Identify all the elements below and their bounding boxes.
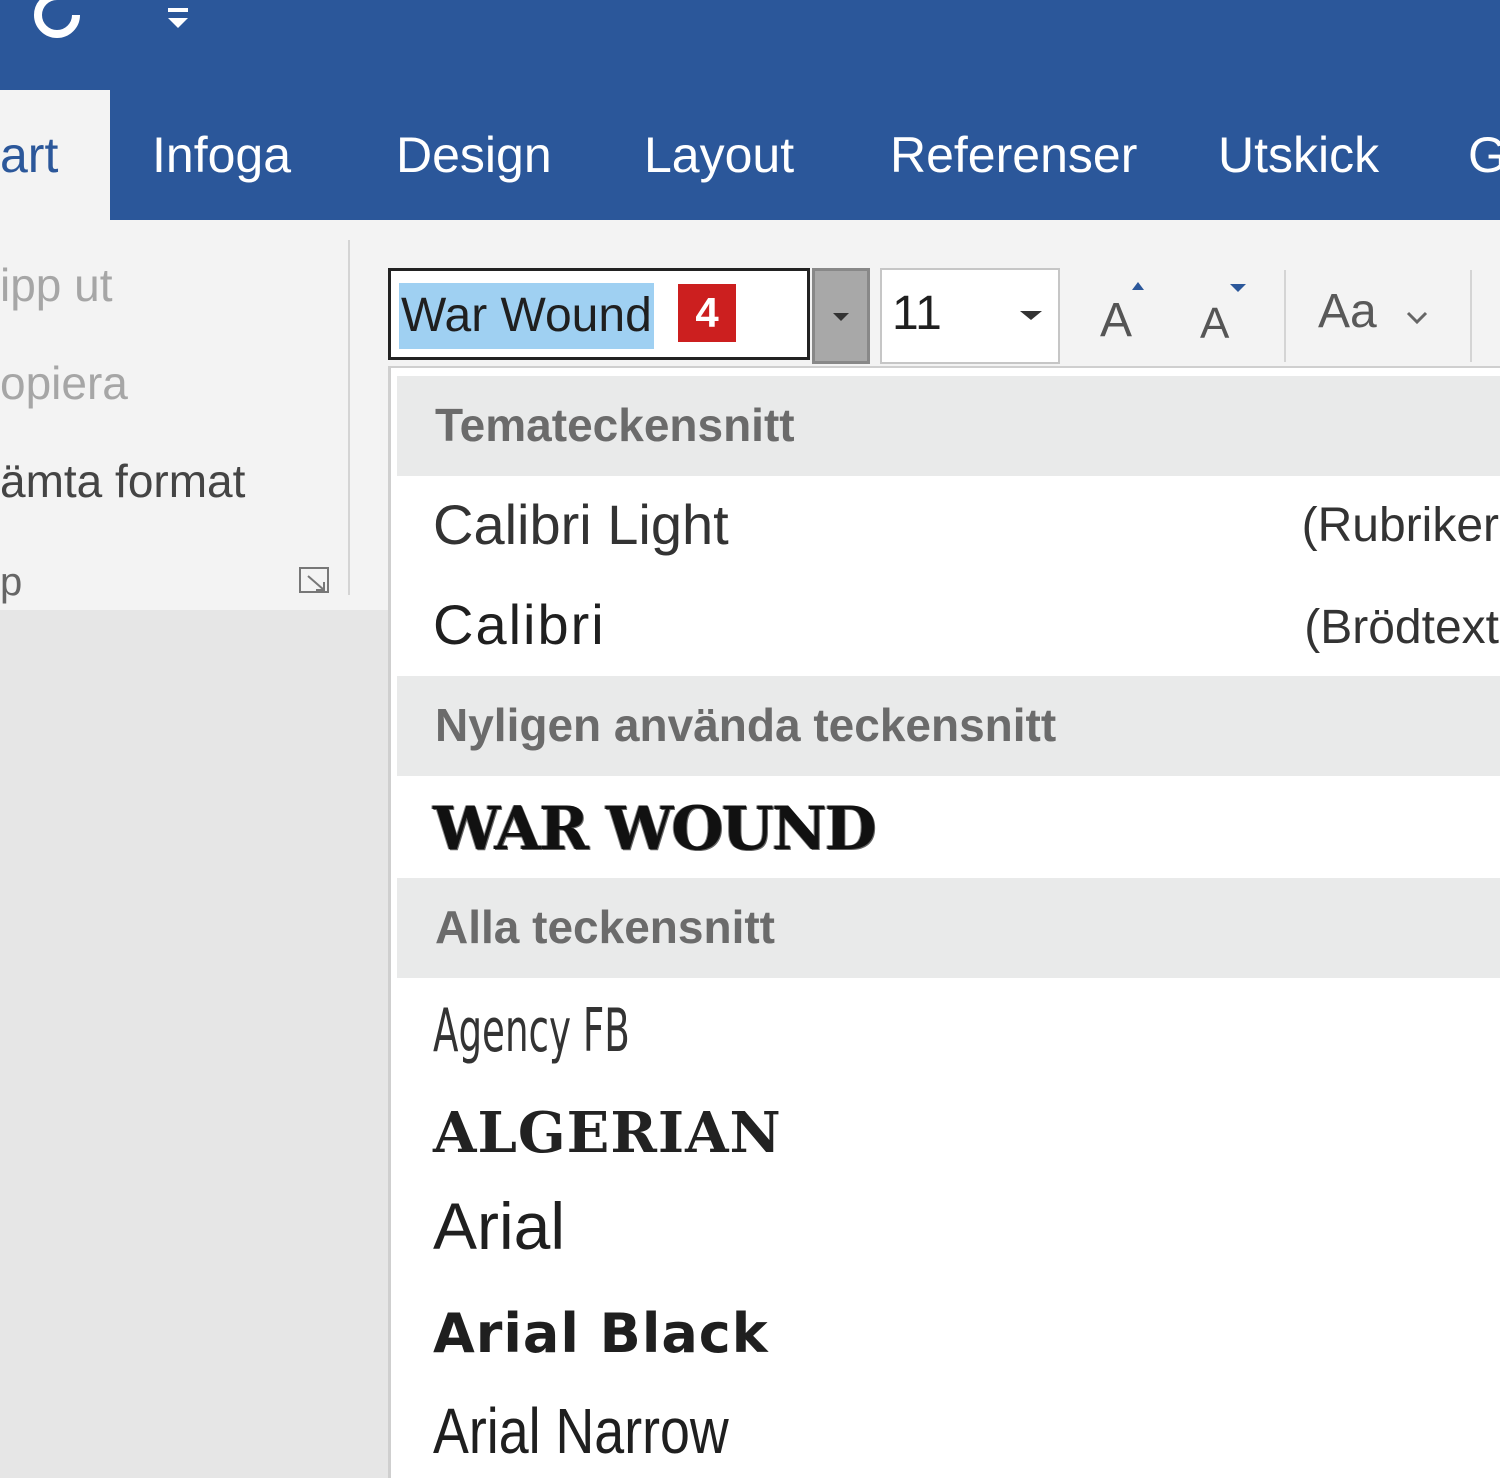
tab-mailings[interactable]: Utskick bbox=[1218, 100, 1379, 220]
font-option-arial-black[interactable]: Arial Black bbox=[391, 1280, 1500, 1380]
font-name-value[interactable]: War Wound bbox=[399, 283, 654, 349]
redo-icon[interactable] bbox=[28, 0, 86, 44]
font-option-arial-narrow[interactable]: Arial Narrow bbox=[391, 1380, 1500, 1478]
font-option-agency-fb[interactable]: Agency FB bbox=[391, 980, 1500, 1080]
svg-text:A: A bbox=[1100, 294, 1132, 344]
section-header-recent-fonts: Nyligen använda teckensnitt bbox=[397, 676, 1500, 776]
customize-quick-access-icon[interactable] bbox=[160, 0, 196, 40]
copy-button[interactable]: opiera bbox=[0, 356, 128, 410]
tab-references[interactable]: Referenser bbox=[890, 100, 1137, 220]
change-case-button[interactable]: Aa bbox=[1318, 284, 1377, 339]
shrink-font-icon[interactable]: A bbox=[1196, 280, 1256, 344]
font-option-war-wound[interactable]: WAR WOUND bbox=[391, 776, 1500, 876]
clipboard-group-label: p bbox=[0, 560, 23, 604]
group-divider bbox=[348, 240, 350, 595]
dialog-launcher-icon[interactable] bbox=[298, 566, 332, 596]
ribbon-separator bbox=[1470, 270, 1472, 362]
step-badge: 4 bbox=[678, 284, 736, 342]
tab-more[interactable]: G bbox=[1468, 100, 1500, 220]
font-option-tag: (Rubriker bbox=[1301, 499, 1499, 552]
font-name-dropdown-button[interactable] bbox=[812, 268, 870, 364]
tab-design[interactable]: Design bbox=[396, 100, 552, 220]
ribbon-separator bbox=[1284, 270, 1286, 362]
font-option-label: Arial bbox=[433, 1189, 566, 1263]
font-option-label: Arial Black bbox=[433, 1302, 769, 1365]
font-option-label: Agency FB bbox=[433, 996, 630, 1066]
font-option-label: ALGERIAN bbox=[433, 1100, 782, 1166]
font-size-chevron-icon[interactable] bbox=[1016, 300, 1046, 330]
font-option-label: WAR WOUND bbox=[433, 794, 877, 864]
font-option-label: Calibri Light bbox=[433, 493, 729, 556]
tab-home[interactable]: art bbox=[0, 90, 110, 220]
cut-button[interactable]: ipp ut bbox=[0, 258, 113, 312]
font-option-label: Calibri bbox=[433, 593, 606, 656]
font-option-calibri[interactable]: Calibri (Brödtext bbox=[391, 576, 1500, 676]
grow-font-icon[interactable]: A bbox=[1096, 280, 1156, 344]
font-option-tag: (Brödtext bbox=[1304, 601, 1499, 654]
section-header-theme-fonts: Temateckensnitt bbox=[397, 376, 1500, 476]
font-option-algerian[interactable]: ALGERIAN bbox=[391, 1080, 1500, 1180]
tab-layout[interactable]: Layout bbox=[644, 100, 794, 220]
chevron-down-icon bbox=[833, 313, 849, 321]
font-name-input[interactable]: War Wound bbox=[388, 268, 810, 360]
svg-text:A: A bbox=[1200, 299, 1230, 344]
chevron-down-icon[interactable] bbox=[1402, 302, 1432, 332]
font-option-arial[interactable]: Arial bbox=[391, 1180, 1500, 1280]
tab-insert[interactable]: Infoga bbox=[152, 100, 291, 220]
font-option-label: Arial Narrow bbox=[433, 1395, 729, 1467]
font-size-value[interactable]: 11 bbox=[892, 286, 942, 341]
font-option-calibri-light[interactable]: Calibri Light (Rubriker bbox=[391, 476, 1500, 576]
section-header-all-fonts: Alla teckensnitt bbox=[397, 878, 1500, 978]
font-dropdown: Temateckensnitt Calibri Light (Rubriker … bbox=[388, 366, 1500, 1478]
format-painter-button[interactable]: ämta format bbox=[0, 454, 245, 508]
